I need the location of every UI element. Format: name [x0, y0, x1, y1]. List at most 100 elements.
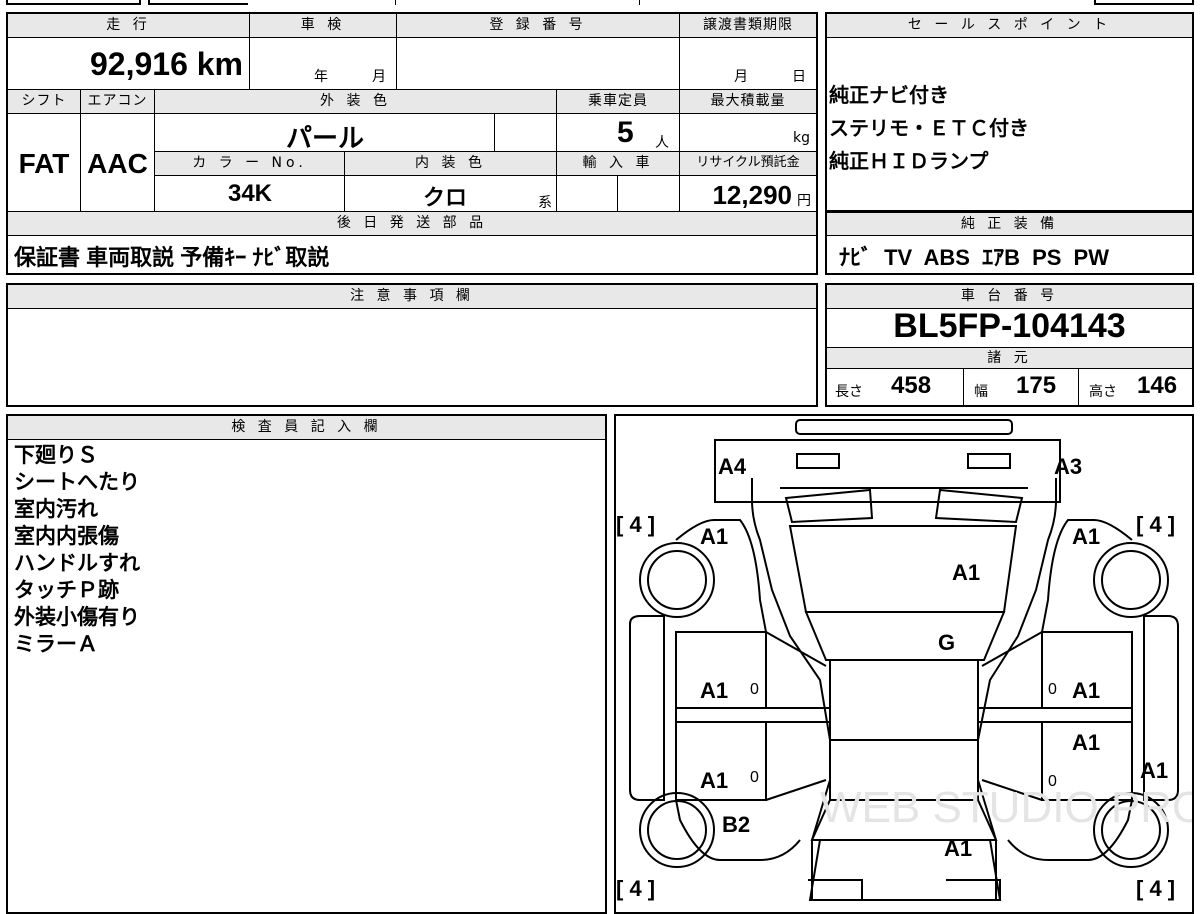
transfer-day-unit: 日 — [792, 69, 806, 85]
capacity-unit: 人 — [655, 135, 669, 151]
inspector-header: 検 査 員 記 入 欄 — [8, 416, 605, 440]
damage-mark: A1 — [952, 560, 980, 585]
inspection-header: 車 検 — [250, 14, 397, 38]
sales-points-header: セ ー ル ス ポ イ ン ト — [827, 14, 1192, 38]
tire-mark: [ 4 ] — [1136, 512, 1175, 537]
watermark: WEB STUDIO PRO — [820, 783, 1194, 832]
roof-panel — [829, 659, 979, 801]
mileage-value: 92,916 km — [89, 46, 243, 82]
damage-mark: A4 — [718, 454, 747, 479]
recycle-cell: 12,290 円 — [680, 176, 816, 212]
chassis-header: 車 台 番 号 — [827, 285, 1192, 309]
sales-point-item: 純正ＨＩＤランプ — [829, 151, 989, 173]
sales-point-item: ステリモ・ＥＴＣ付き — [829, 118, 1029, 140]
mileage-header: 走 行 — [8, 14, 250, 38]
capacity-header: 乗車定員 — [557, 90, 680, 114]
damage-mark: A1 — [1072, 524, 1100, 549]
equipment-value: ﾅﾋﾞ TV ABS ｴｱB PS PW — [839, 245, 1109, 270]
inspector-line: 室内内張傷 — [14, 525, 119, 548]
length-value: 458 — [891, 372, 932, 399]
wheel-right-rear — [1093, 542, 1169, 618]
zero-mark: 0 — [750, 769, 759, 786]
shift-value: FAT — [18, 148, 70, 179]
rear-lamp-right — [967, 453, 1011, 469]
import-cell-b — [618, 176, 680, 212]
hatch-glass — [788, 525, 1018, 613]
width-label: 幅 — [974, 384, 988, 400]
recycle-header: リサイクル預託金 — [680, 152, 816, 176]
transfer-month-unit: 月 — [734, 69, 748, 85]
sales-point-item: 純正ナビ付き — [829, 85, 949, 107]
exterior-cell: パール — [155, 114, 495, 153]
inspection-cell: 年 月 — [250, 38, 397, 90]
width-cell: 幅 175 — [964, 369, 1079, 405]
length-cell: 長さ 458 — [827, 369, 964, 405]
width-value: 175 — [1016, 372, 1057, 399]
transfer-cell: 月 日 — [680, 38, 816, 90]
exterior-header: 外 装 色 — [155, 90, 557, 114]
shift-cell: FAT — [8, 114, 81, 212]
damage-mark: G — [938, 630, 955, 655]
left-side-sill — [629, 615, 665, 801]
rear-panel-outline — [714, 439, 1061, 503]
inspector-line: 下廻りＳ — [14, 444, 98, 467]
height-value: 146 — [1137, 372, 1178, 399]
damage-mark: A1 — [700, 768, 728, 793]
interior-unit: 系 — [538, 195, 552, 211]
notes-header: 注 意 事 項 欄 — [8, 285, 816, 309]
equipment-header: 純 正 装 備 — [827, 212, 1192, 236]
import-cell-a — [557, 176, 618, 212]
rear-lamp-left — [796, 453, 840, 469]
damage-mark: A1 — [700, 524, 728, 549]
tire-mark: [ 4 ] — [616, 512, 655, 537]
equipment-block: 純 正 装 備 ﾅﾋﾞ TV ABS ｴｱB PS PW — [825, 212, 1194, 275]
inspector-line: タッチＰ跡 — [14, 579, 119, 602]
recycle-unit: 円 — [797, 193, 811, 209]
registration-header: 登 録 番 号 — [397, 14, 680, 38]
sales-points-block: セ ー ル ス ポ イ ン ト 純正ナビ付き ステリモ・ＥＴＣ付き 純正ＨＩＤラ… — [825, 12, 1194, 212]
zero-mark: 0 — [750, 681, 759, 698]
inspection-year-unit: 年 — [314, 69, 328, 85]
tire-mark: [ 4 ] — [616, 876, 655, 901]
damage-mark: A1 — [700, 678, 728, 703]
inspector-line: 室内汚れ — [14, 498, 98, 521]
maxload-cell: kg — [680, 114, 816, 152]
inspector-line: ミラーＡ — [14, 633, 98, 656]
maxload-unit: kg — [793, 130, 810, 146]
interior-value: クロ — [422, 185, 467, 210]
top-clipped-strip — [0, 0, 1200, 6]
later-parts-header: 後 日 発 送 部 品 — [8, 212, 816, 236]
roof-front — [804, 611, 1006, 661]
capacity-value: 5 — [617, 116, 634, 149]
color-no-cell: 34K — [155, 176, 345, 212]
exterior-extra-cell — [495, 114, 557, 152]
damage-mark: A1 — [1072, 730, 1100, 755]
color-no-value: 34K — [227, 180, 273, 207]
car-diagram-block: WEB STUDIO PRO [ 4 ] [ 4 ] [ 4 ] [ 4 ] A… — [614, 414, 1194, 914]
rear-window-left — [784, 488, 874, 524]
color-no-header: カ ラ ー No. — [155, 152, 345, 176]
tire-mark: [ 4 ] — [1136, 876, 1175, 901]
notes-block: 注 意 事 項 欄 — [6, 283, 818, 407]
aircon-cell: AAC — [81, 114, 155, 212]
damage-mark: A1 — [1072, 678, 1100, 703]
capacity-cell: 5 人 — [557, 114, 680, 152]
rear-bumper-outline — [795, 419, 1013, 435]
height-label: 高さ — [1089, 384, 1117, 400]
inspector-line: シートへたり — [14, 471, 140, 494]
aircon-value: AAC — [87, 148, 148, 179]
chassis-block: 車 台 番 号 BL5FP-104143 諸 元 長さ 458 幅 175 高さ… — [825, 283, 1194, 407]
damage-mark: A1 — [1140, 758, 1168, 783]
rear-window-right — [934, 488, 1024, 524]
damage-mark: A3 — [1054, 454, 1082, 479]
specs-header: 諸 元 — [827, 347, 1192, 369]
import-header: 輸 入 車 — [557, 152, 680, 176]
later-parts-value: 保証書 車両取説 予備ｷｰ ﾅﾋﾞ取説 — [14, 245, 330, 270]
damage-mark: A1 — [944, 836, 972, 861]
recycle-value: 12,290 — [712, 180, 792, 210]
inspector-line: ハンドルすれ — [14, 552, 140, 575]
zero-mark: 0 — [1048, 681, 1057, 698]
interior-header: 内 装 色 — [345, 152, 557, 176]
mileage-cell: 92,916 km — [8, 38, 250, 90]
interior-cell: クロ 系 — [345, 176, 557, 212]
